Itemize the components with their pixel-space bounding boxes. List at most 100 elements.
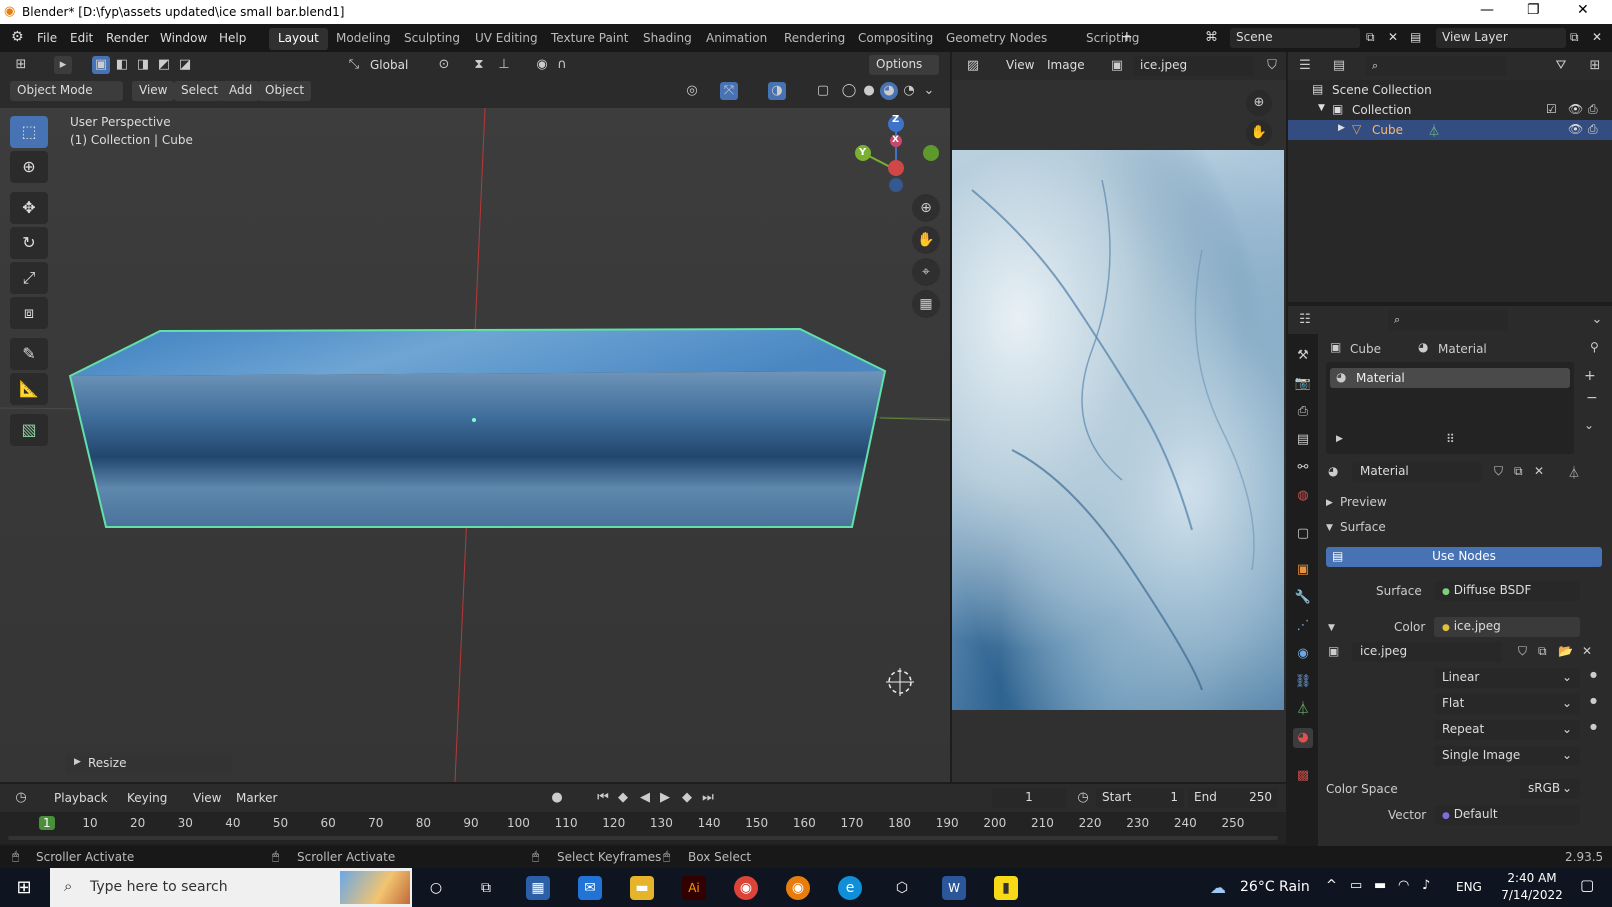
notifications-icon[interactable]: ▢ — [1580, 876, 1594, 894]
clock-date[interactable]: 7/14/2022 — [1496, 888, 1568, 902]
projection-dropdown[interactable]: Flat ⌄ — [1434, 694, 1580, 714]
render-tab-icon[interactable]: 📷 — [1293, 374, 1313, 394]
fake-user-icon[interactable]: ⛉ — [1263, 57, 1281, 75]
physics-tab-icon[interactable]: ◉ — [1293, 644, 1313, 664]
close-window-button[interactable]: ✕ — [1577, 2, 1589, 18]
shading-options-icon[interactable]: ⌄ — [920, 82, 938, 100]
output-tab-icon[interactable]: ⎙ — [1293, 402, 1313, 422]
wifi-icon[interactable]: ◠ — [1398, 878, 1409, 893]
select-box-tool-icon[interactable]: ⬚ — [10, 116, 48, 148]
mail-icon[interactable]: ✉ — [578, 876, 602, 900]
tab-compositing[interactable]: Compositing — [849, 28, 942, 50]
interpolation-keyframe-icon[interactable]: ● — [1590, 670, 1597, 679]
texture-tab-icon[interactable]: ▩ — [1293, 766, 1313, 786]
viewport-menu-view[interactable]: View — [132, 81, 175, 101]
menu-render[interactable]: Render — [106, 31, 149, 45]
taskbar-search-box[interactable]: ⌕ Type here to search — [50, 868, 412, 907]
tab-texture-paint[interactable]: Texture Paint — [542, 28, 637, 50]
color-space-dropdown[interactable]: sRGB ⌄ — [1520, 779, 1580, 799]
outliner-row-collection[interactable]: ▼ ▣ Collection ☑ 👁 ⎙ — [1288, 100, 1612, 120]
task-view-icon[interactable]: ⧉ — [474, 876, 498, 900]
operator-panel[interactable]: ▶ Resize — [66, 753, 232, 775]
properties-search-input[interactable]: ⌕ — [1388, 310, 1508, 330]
collection-checkbox-icon[interactable]: ☑ — [1546, 102, 1557, 116]
collection-expand-icon[interactable]: ▼ — [1318, 103, 1325, 113]
outliner-row-cube[interactable]: ▶ ▽ Cube ⏃ 👁 ⎙ — [1288, 120, 1612, 140]
outliner-search-input[interactable]: ⌕ — [1366, 56, 1506, 76]
collection-render-icon[interactable]: ⎙ — [1588, 102, 1598, 117]
browse-material-icon[interactable]: ◕ — [1328, 464, 1338, 478]
add-cube-tool-icon[interactable]: ▧ — [10, 414, 48, 446]
minimize-button[interactable]: — — [1480, 2, 1494, 18]
jump-end-icon[interactable]: ⏭ — [699, 789, 717, 807]
zoom-view-icon[interactable]: ⊕ — [912, 194, 940, 222]
tab-sculpting[interactable]: Sculpting — [395, 28, 469, 50]
gizmos-icon[interactable]: ⤧ — [720, 82, 738, 100]
scene-icon[interactable]: ⌘ — [1205, 30, 1218, 45]
remove-slot-icon[interactable]: − — [1586, 390, 1598, 406]
menu-window[interactable]: Window — [160, 31, 207, 45]
chrome-icon[interactable]: ◉ — [734, 876, 758, 900]
proportional-falloff-icon[interactable]: ∩ — [553, 56, 571, 74]
select-box-subtract-icon[interactable]: ◨ — [134, 56, 152, 74]
current-frame-indicator[interactable]: 1 — [39, 816, 55, 830]
properties-options-icon[interactable]: ⌄ — [1588, 311, 1606, 329]
display-mode-icon[interactable]: ▤ — [1330, 57, 1348, 75]
pivot-point-icon[interactable]: ⊙ — [435, 56, 453, 74]
timeline-scrollbar[interactable] — [8, 836, 1278, 840]
select-box-intersect-icon[interactable]: ◪ — [176, 56, 194, 74]
material-slot-item[interactable]: ◕ Material — [1330, 368, 1570, 388]
select-box-new-icon[interactable]: ▣ — [92, 56, 110, 74]
store-icon[interactable]: ▦ — [526, 876, 550, 900]
new-scene-icon[interactable]: ⧉ — [1366, 30, 1375, 45]
options-dropdown[interactable]: Options — [869, 55, 939, 75]
world-tab-icon[interactable]: ◍ — [1293, 486, 1313, 506]
menu-edit[interactable]: Edit — [70, 31, 93, 45]
editor-type-icon[interactable]: ⊞ — [12, 56, 30, 74]
jump-start-icon[interactable]: ⏮ — [594, 789, 612, 807]
collection-visibility-icon[interactable]: 👁 — [1568, 102, 1583, 116]
pin-icon[interactable]: ⚲ — [1590, 340, 1599, 354]
select-mode-icon[interactable]: ▸ — [54, 56, 72, 74]
solid-shading-icon[interactable]: ● — [860, 82, 878, 100]
illustrator-icon[interactable]: Ai — [682, 876, 706, 900]
tab-modeling[interactable]: Modeling — [327, 28, 400, 50]
tab-uv-editing[interactable]: UV Editing — [466, 28, 547, 50]
auto-keying-icon[interactable]: ● — [548, 789, 566, 807]
edge-icon[interactable]: e — [838, 876, 862, 900]
source-dropdown[interactable]: Single Image ⌄ — [1434, 746, 1580, 766]
visibility-icon[interactable]: ◎ — [683, 82, 701, 100]
viewport-menu-add[interactable]: Add — [222, 81, 260, 101]
color-expand-icon[interactable]: ▼ — [1328, 623, 1335, 633]
open-image-icon[interactable]: 📂 — [1558, 644, 1573, 658]
image-zoom-icon[interactable]: ⊕ — [1246, 90, 1272, 116]
outliner-type-icon[interactable]: ☰ — [1296, 57, 1314, 75]
unlink-material-icon[interactable]: ✕ — [1534, 464, 1544, 478]
surface-shader-field[interactable]: ● Diffuse BSDF — [1434, 581, 1580, 601]
battery-icon[interactable]: ▬ — [1374, 878, 1386, 893]
xray-icon[interactable]: ▢ — [814, 82, 832, 100]
use-nodes-button[interactable]: ▤ Use Nodes — [1326, 547, 1602, 567]
timeline-menu-view[interactable]: View — [193, 791, 221, 805]
color-input-field[interactable]: ● ice.jpeg — [1434, 617, 1580, 637]
perspective-toggle-icon[interactable]: ▦ — [912, 290, 940, 318]
blender-menu-icon[interactable]: ⚙ — [11, 29, 24, 45]
transform-orientation-dropdown[interactable]: Global — [370, 58, 408, 72]
extension-dropdown[interactable]: Repeat ⌄ — [1434, 720, 1580, 740]
duplicate-material-icon[interactable]: ⧉ — [1514, 464, 1523, 479]
rendered-shading-icon[interactable]: ◔ — [900, 82, 918, 100]
mesh-data-icon[interactable]: ⏃ — [1428, 122, 1440, 139]
scene-tab-icon[interactable]: ⚯ — [1293, 458, 1313, 478]
start-frame-field[interactable]: Start 1 — [1096, 788, 1184, 808]
view-layer-icon[interactable]: ▤ — [1410, 30, 1421, 44]
extension-keyframe-icon[interactable]: ● — [1590, 722, 1597, 731]
mode-dropdown[interactable]: Object Mode — [10, 81, 123, 101]
timeline-area[interactable]: 1 10 20 30 40 50 60 70 80 90 100 110 120 130 140 150 160… — [0, 812, 1286, 844]
image-menu-image[interactable]: Image — [1047, 58, 1085, 72]
3d-viewport[interactable]: Z Y X User Perspective (1) Collection | … — [0, 108, 950, 782]
current-frame-field[interactable]: 1 — [992, 788, 1066, 808]
slot-expand-icon[interactable]: ▶ — [1336, 434, 1343, 444]
snap-target-icon[interactable]: ⊥ — [495, 56, 513, 74]
jump-keyframe-forward-icon[interactable]: ◆ — [678, 789, 696, 807]
view-layer-selector[interactable]: View Layer — [1436, 28, 1566, 48]
